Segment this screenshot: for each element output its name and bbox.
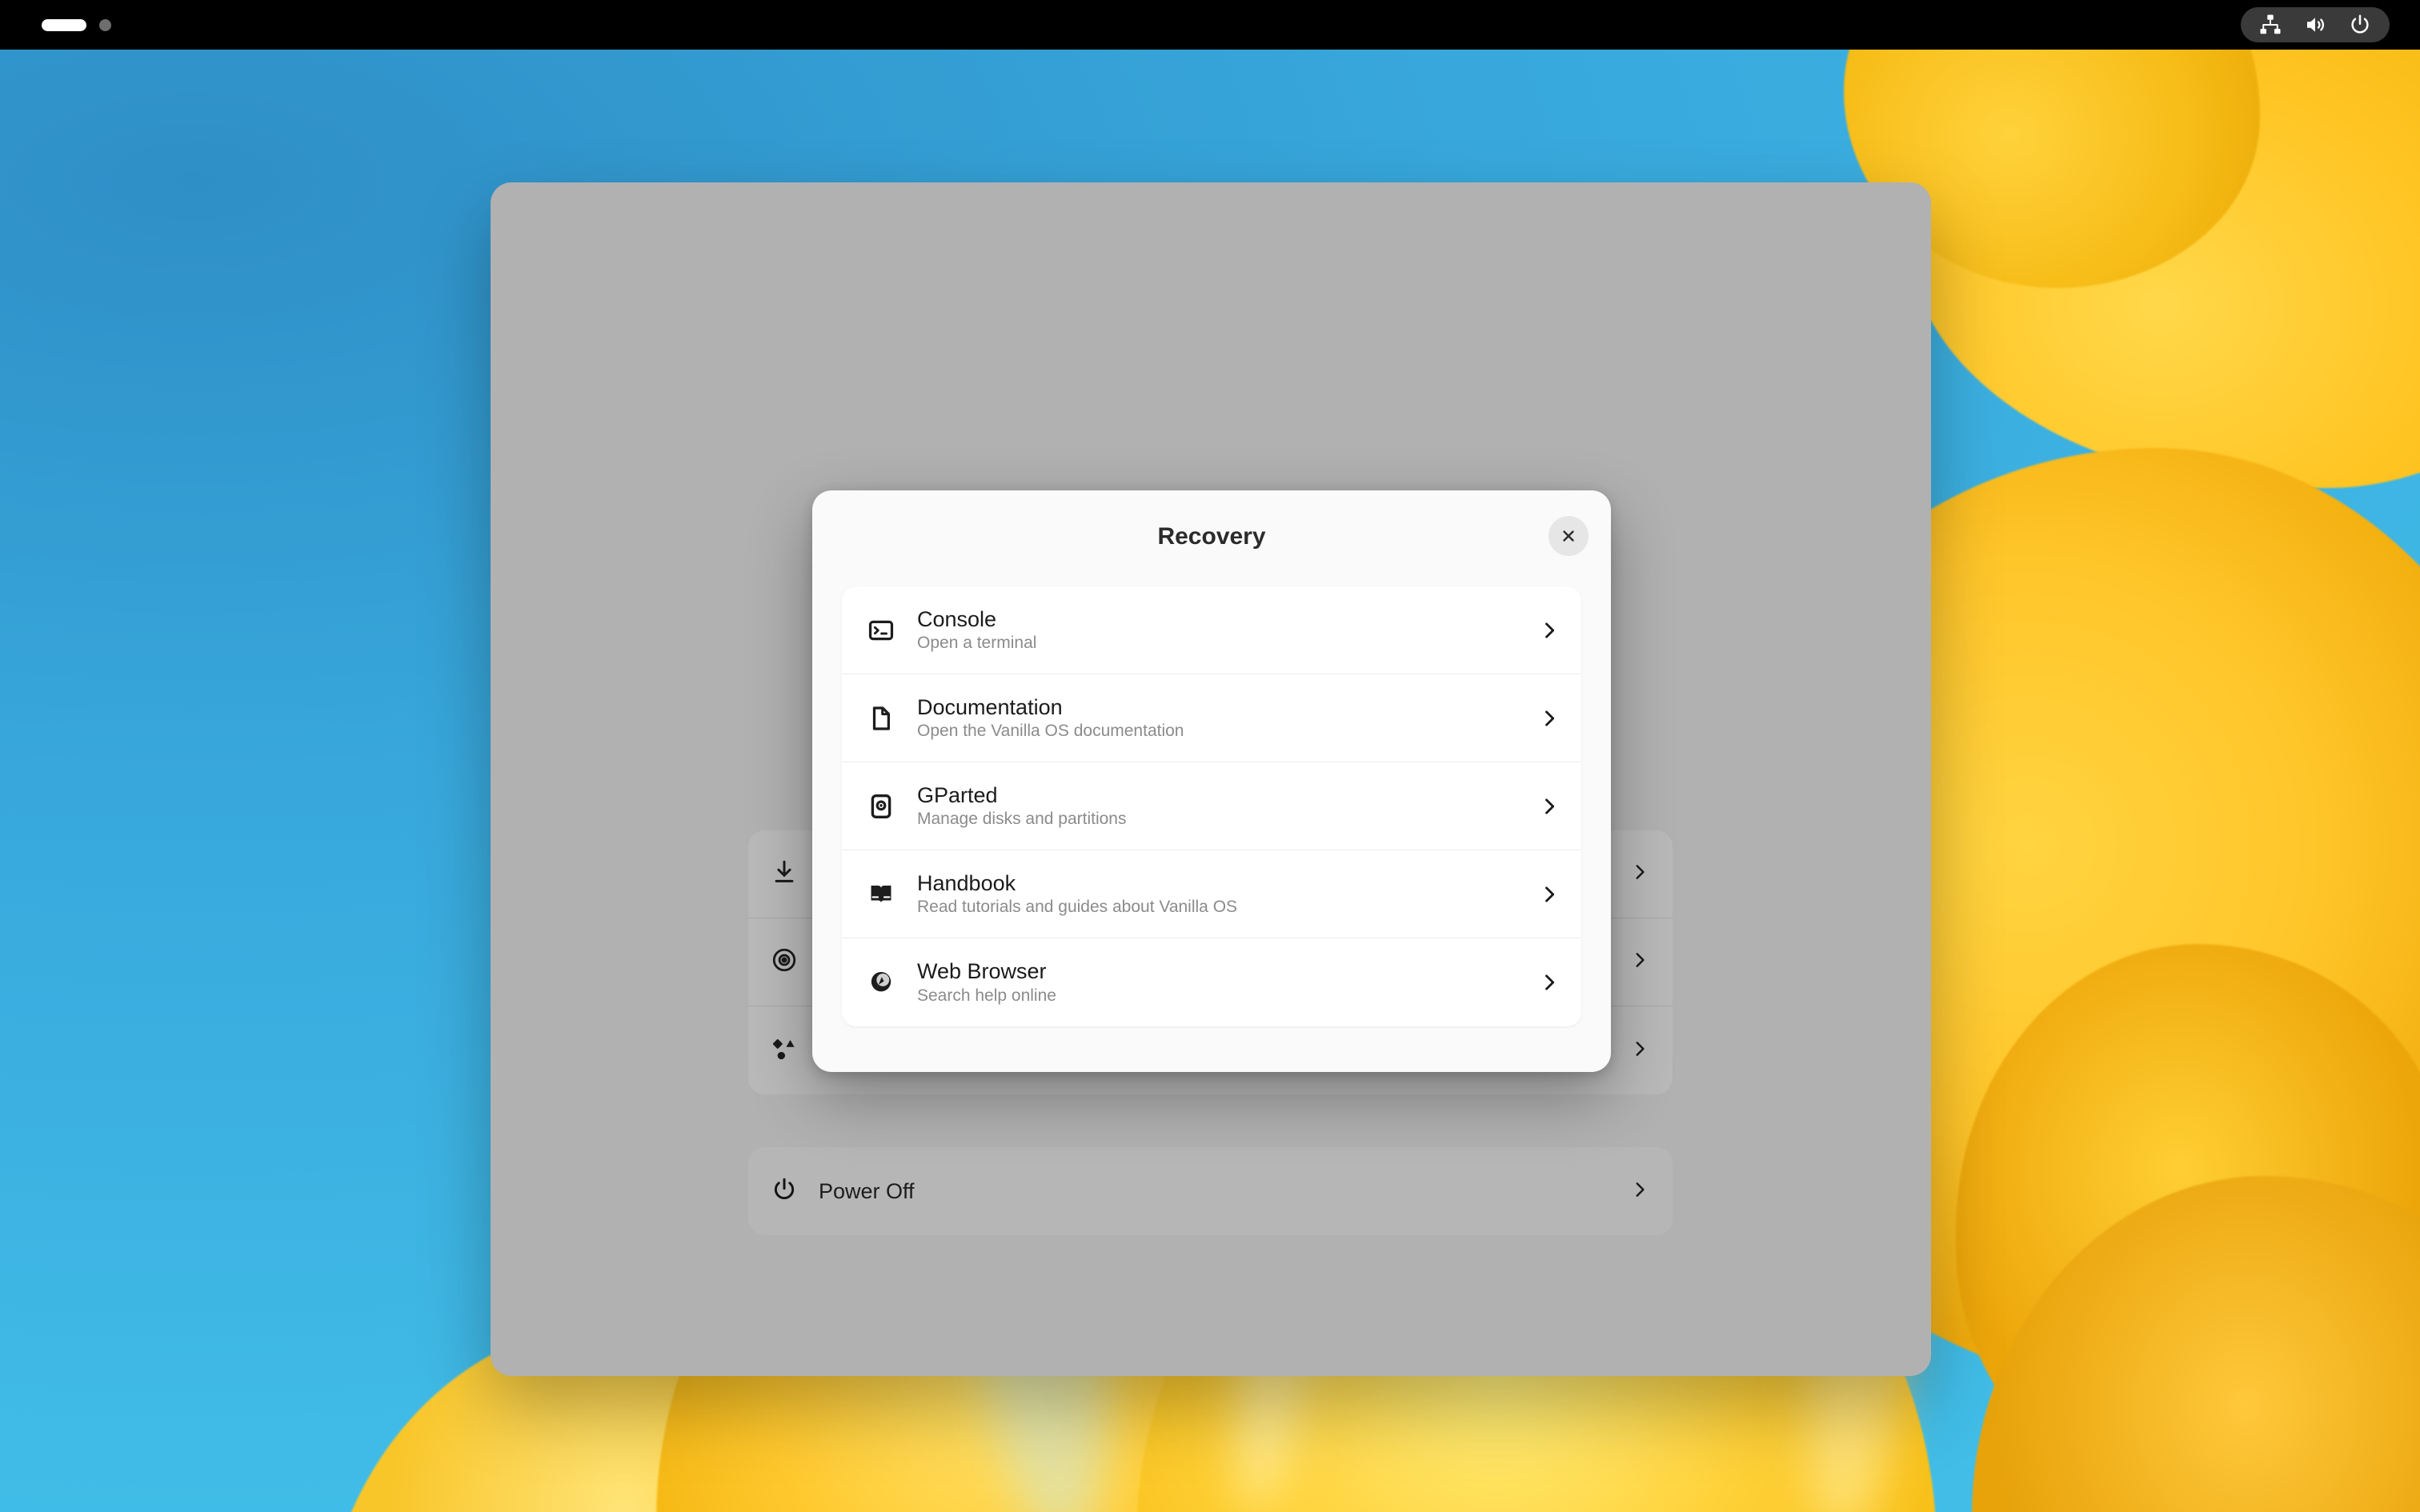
recovery-dialog: Recovery Console Open a terminal Documen… — [812, 490, 1611, 1072]
background-row-power-off[interactable]: Power Off — [748, 1147, 1673, 1235]
recovery-item-subtitle: Manage disks and partitions — [917, 810, 1127, 829]
web-browser-icon — [864, 969, 898, 996]
recovery-item-title: Handbook — [917, 870, 1016, 895]
recovery-item-subtitle: Open a terminal — [917, 634, 1037, 653]
dialog-title: Recovery — [1157, 523, 1266, 550]
recovery-item-documentation[interactable]: Documentation Open the Vanilla OS docume… — [842, 674, 1581, 762]
chevron-right-icon — [1538, 619, 1561, 642]
recovery-item-handbook[interactable]: Handbook Read tutorials and guides about… — [842, 850, 1581, 938]
inactive-workspace-dot[interactable] — [99, 18, 111, 31]
dialog-header: Recovery — [812, 490, 1611, 583]
recovery-item-console[interactable]: Console Open a terminal — [842, 586, 1581, 674]
close-icon[interactable] — [1549, 516, 1589, 556]
recovery-item-title: Console — [917, 606, 997, 631]
recovery-item-subtitle: Read tutorials and guides about Vanilla … — [917, 898, 1238, 917]
chevron-right-icon — [1538, 795, 1561, 818]
chevron-right-icon — [1629, 950, 1650, 974]
chevron-right-icon — [1629, 1038, 1650, 1063]
background-window-poweroff-card: Power Off — [748, 1147, 1673, 1235]
recovery-item-web-browser[interactable]: Web Browser Search help online — [842, 938, 1581, 1026]
chevron-right-icon — [1538, 883, 1561, 906]
workspace-indicators[interactable] — [42, 18, 111, 31]
active-workspace-pill[interactable] — [42, 18, 86, 31]
recovery-item-gparted[interactable]: GParted Manage disks and partitions — [842, 762, 1581, 850]
recovery-item-subtitle: Open the Vanilla OS documentation — [917, 722, 1184, 741]
book-icon — [864, 881, 898, 908]
chevron-right-icon — [1629, 1179, 1650, 1204]
terminal-icon — [864, 617, 898, 644]
wired-network-icon[interactable] — [2258, 13, 2282, 37]
recovery-item-title: GParted — [917, 782, 998, 807]
recovery-item-title: Documentation — [917, 694, 1063, 719]
recovery-options-list: Console Open a terminal Documentation Op… — [842, 586, 1581, 1026]
recovery-item-subtitle: Search help online — [917, 986, 1056, 1005]
disk-partition-icon — [864, 793, 898, 820]
chevron-right-icon — [1538, 971, 1561, 994]
background-row-label: Power Off — [819, 1178, 915, 1203]
status-area[interactable] — [2241, 7, 2390, 42]
volume-icon[interactable] — [2303, 13, 2327, 37]
disk-icon — [771, 946, 798, 978]
power-icon[interactable] — [2348, 13, 2372, 37]
download-icon — [771, 858, 798, 890]
recovery-item-title: Web Browser — [917, 959, 1047, 984]
chevron-right-icon — [1538, 707, 1561, 730]
shapes-icon — [771, 1035, 798, 1066]
power-icon — [771, 1176, 798, 1207]
document-icon — [864, 705, 898, 732]
top-bar — [0, 0, 2420, 50]
chevron-right-icon — [1629, 862, 1650, 886]
